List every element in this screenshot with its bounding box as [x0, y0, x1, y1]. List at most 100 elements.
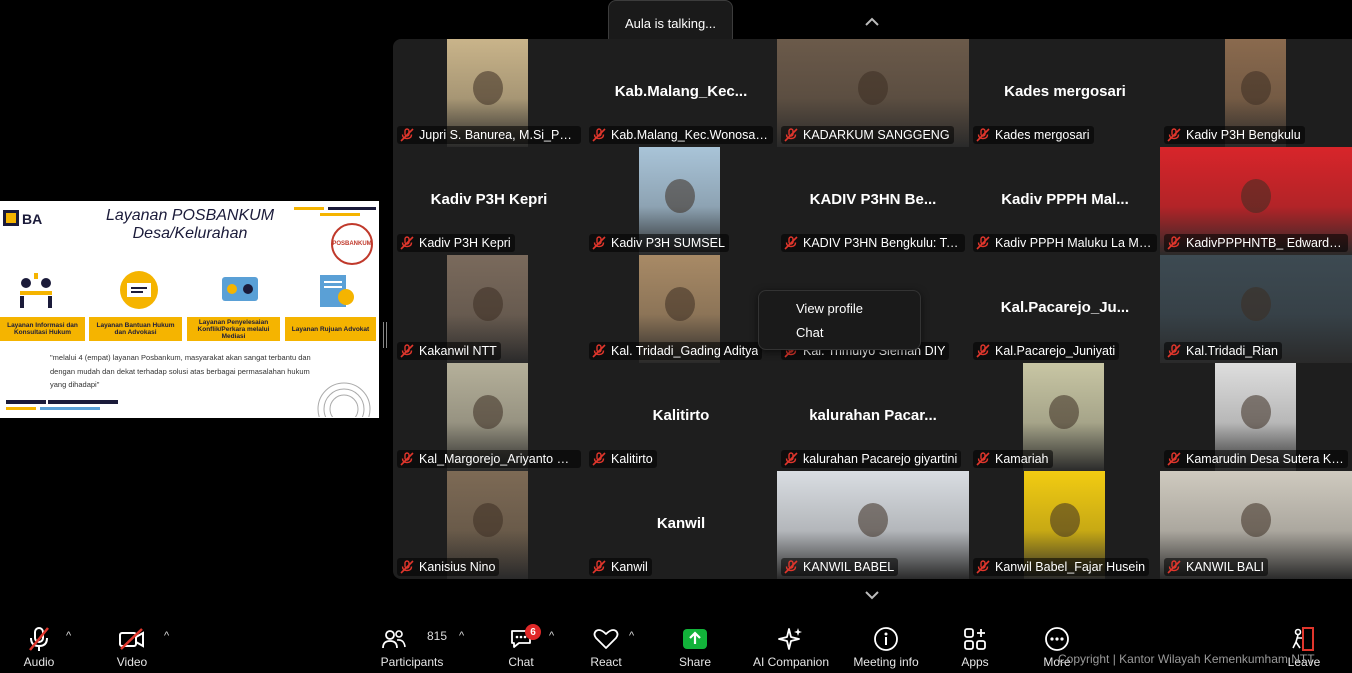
participant-tile[interactable]: KADARKUM SANGGENG [777, 39, 969, 147]
participants-button[interactable]: Participants [378, 616, 446, 673]
participant-silhouette [858, 71, 888, 106]
slide-quote: "melalui 4 (empat) layanan Posbankum, ma… [50, 353, 311, 389]
participant-name-label: Jupri S. Banurea, M.Si_Pos... [397, 126, 581, 144]
slide-title-line-2: Desa/Kelurahan [132, 225, 248, 242]
service-label: Layanan Penyelesaian Konflik/Perkara mel… [187, 317, 280, 341]
participant-name: KANWIL BABEL [803, 560, 895, 574]
video-off-icon [119, 628, 144, 650]
meeting-info-button[interactable]: Meeting info [850, 616, 922, 673]
participant-tile[interactable]: Kal.Tridadi_Rian [1160, 255, 1352, 363]
mic-muted-icon [784, 128, 798, 142]
participant-tile[interactable]: KadivPPPHNTB_ Edward Ja... [1160, 147, 1352, 255]
chevron-down-icon[interactable] [861, 588, 883, 602]
view-profile-menu-item[interactable]: View profile [796, 301, 863, 316]
participant-silhouette [1241, 287, 1271, 322]
participant-display-name: KADIV P3HN Be... [809, 191, 937, 208]
participant-display-name: Kal.Pacarejo_Ju... [1000, 299, 1130, 316]
participant-silhouette [472, 287, 503, 322]
mic-muted-icon [1167, 560, 1181, 574]
participant-tile[interactable]: Kab.Malang_Kec... Kab.Malang_Kec.Wonosari… [585, 39, 777, 147]
participants-options-caret[interactable]: ^ [459, 630, 464, 642]
mic-muted-icon [784, 236, 798, 250]
copyright-watermark: Copyright | Kantor Wilayah Kemenkumham N… [1058, 652, 1315, 666]
participant-tile[interactable]: KANWIL BALI [1160, 471, 1352, 579]
participant-tile[interactable]: Jupri S. Banurea, M.Si_Pos... [393, 39, 585, 147]
participant-tile[interactable]: Kadiv P3H Bengkulu [1160, 39, 1352, 147]
mic-muted-icon [976, 560, 990, 574]
audio-button[interactable]: Audio [18, 616, 60, 673]
participant-name-label: Kanwil [589, 558, 652, 576]
participant-tile[interactable]: Kadiv P3H SUMSEL [585, 147, 777, 255]
participant-name-label: KANWIL BABEL [781, 558, 899, 576]
participant-name-label: KADIV P3HN Bengkulu: Ton... [781, 234, 965, 252]
participant-silhouette [472, 71, 503, 106]
ai-sparkle-icon [778, 628, 802, 650]
participant-tile[interactable]: KADIV P3HN Be... KADIV P3HN Bengkulu: Ton… [777, 147, 969, 255]
mic-muted-icon [592, 344, 606, 358]
audio-options-caret[interactable]: ^ [66, 630, 71, 642]
leave-icon [1292, 627, 1314, 651]
participant-tile[interactable]: Kanwil Babel_Fajar Husein [969, 471, 1161, 579]
participant-name: Kadiv P3H SUMSEL [611, 236, 725, 250]
react-options-caret[interactable]: ^ [629, 630, 634, 642]
participant-tile[interactable]: KANWIL BABEL [777, 471, 969, 579]
chat-menu-item[interactable]: Chat [796, 325, 823, 340]
participant-display-name: Kades mergosari [1004, 83, 1126, 100]
apps-button[interactable]: Apps [956, 616, 994, 673]
shared-screen[interactable]: BA Layanan POSBANKUM Desa/Kelurahan POSB… [0, 201, 379, 418]
video-button[interactable]: Video [110, 616, 154, 673]
video-options-caret[interactable]: ^ [164, 630, 169, 642]
participant-name-label: Kanisius Nino [397, 558, 500, 576]
participant-name: Kamarudin Desa Sutera Ke... [1186, 452, 1344, 466]
posbankum-stamp: POSBANKUM [331, 223, 373, 265]
participant-name: Kal.Tridadi_Rian [1186, 344, 1278, 358]
ai-companion-button[interactable]: AI Companion [750, 616, 832, 673]
share-screen-icon [683, 629, 707, 649]
splitter-handle[interactable] [383, 322, 387, 348]
mic-muted-icon [1167, 344, 1181, 358]
mic-muted-icon [592, 560, 606, 574]
participant-tile[interactable]: kalurahan Pacar... kalurahan Pacarejo giy… [777, 363, 969, 471]
chat-options-caret[interactable]: ^ [549, 630, 554, 642]
participant-tile[interactable]: Kadiv PPPH Mal... Kadiv PPPH Maluku La Ma… [969, 147, 1161, 255]
participant-tile[interactable]: Kamarudin Desa Sutera Ke... [1160, 363, 1352, 471]
more-icon [1045, 627, 1069, 651]
participant-tile[interactable]: Kades mergosari Kades mergosari [969, 39, 1161, 147]
participant-tile[interactable]: Kanisius Nino [393, 471, 585, 579]
participant-name-label: Kades mergosari [973, 126, 1094, 144]
mic-muted-icon [592, 236, 606, 250]
participant-name: Kal_Margorejo_Ariyanto Wi... [419, 452, 577, 466]
participant-tile[interactable]: Kanwil Kanwil [585, 471, 777, 579]
participant-name: Kalitirto [611, 452, 653, 466]
participant-name: Kadiv PPPH Maluku La Mar... [995, 236, 1153, 250]
participant-display-name: kalurahan Pacar... [809, 407, 937, 424]
mic-muted-icon [976, 452, 990, 466]
participant-name: Kal.Pacarejo_Juniyati [995, 344, 1116, 358]
participant-name: KADIV P3HN Bengkulu: Ton... [803, 236, 961, 250]
participant-tile[interactable]: Kal_Margorejo_Ariyanto Wi... [393, 363, 585, 471]
participant-tile[interactable]: Kakanwil NTT [393, 255, 585, 363]
react-button[interactable]: React [588, 616, 624, 673]
participant-silhouette [472, 503, 503, 538]
participant-name-label: Kal_Margorejo_Ariyanto Wi... [397, 450, 581, 468]
participant-name: Kakanwil NTT [419, 344, 497, 358]
participant-tile[interactable]: Kamariah [969, 363, 1161, 471]
legal-aid-icon [120, 271, 158, 309]
participant-name: Kades mergosari [995, 128, 1090, 142]
participant-name: Kal. Tridadi_Gading Aditya [611, 344, 759, 358]
participant-display-name: Kadiv PPPH Mal... [1001, 191, 1129, 208]
participant-silhouette [1240, 395, 1271, 430]
zoom-meeting-window: Aula is talking... BA Layanan POSBANKUM … [0, 0, 1352, 673]
chevron-up-icon[interactable] [861, 15, 883, 29]
service-label: Layanan Rujuan Advokat [285, 317, 376, 341]
mic-muted-icon [400, 560, 414, 574]
participant-tile[interactable]: Kal. Tridadi_Gading Aditya [585, 255, 777, 363]
participant-tile[interactable]: Kadiv P3H Kepri Kadiv P3H Kepri [393, 147, 585, 255]
mic-muted-icon [29, 627, 49, 651]
react-label: React [590, 655, 622, 669]
video-label: Video [116, 655, 148, 669]
participant-tile[interactable]: Kal.Pacarejo_Ju... Kal.Pacarejo_Juniyati [969, 255, 1161, 363]
apps-icon [964, 628, 986, 650]
participant-tile[interactable]: Kalitirto Kalitirto [585, 363, 777, 471]
share-button[interactable]: Share [676, 616, 714, 673]
